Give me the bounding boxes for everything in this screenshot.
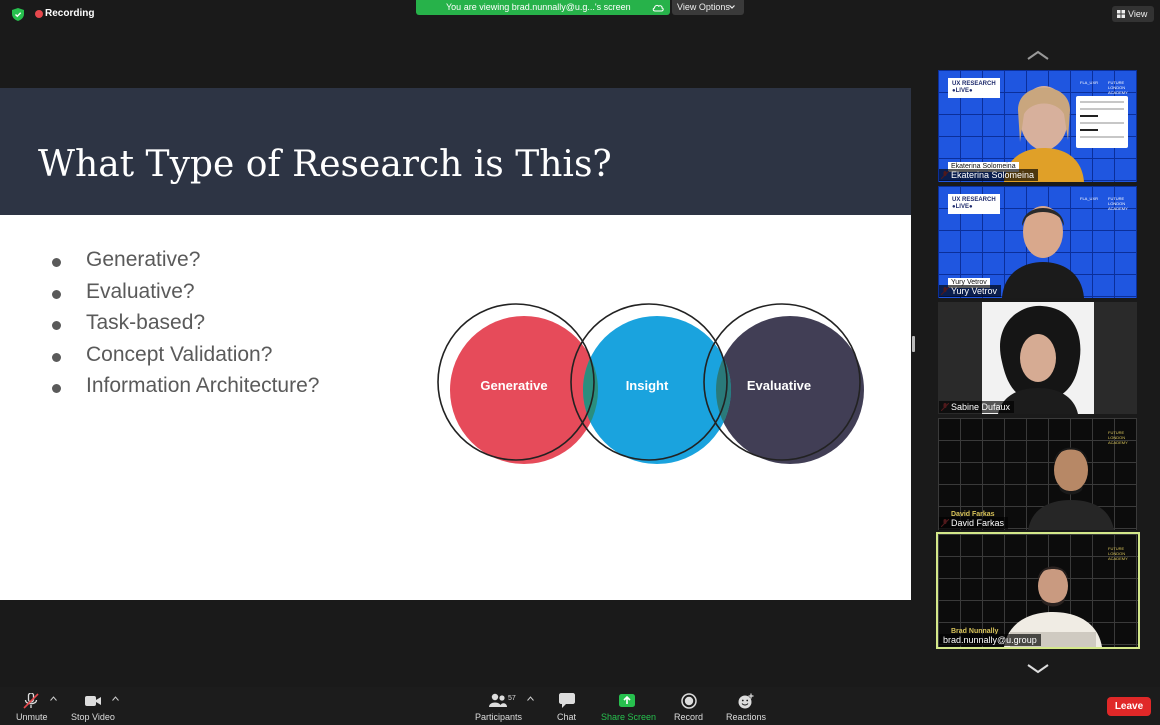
video-tile-sabine[interactable]: Sabine Dufaux xyxy=(938,302,1137,414)
participants-label: Participants xyxy=(475,712,523,722)
view-options-menu[interactable]: View Options xyxy=(672,0,744,15)
reactions-smiley-icon xyxy=(738,693,754,709)
video-tile-david[interactable]: FUTURE LONDON ACADEMY David Farkas David… xyxy=(938,418,1137,530)
cloud-icon[interactable] xyxy=(652,2,664,13)
meeting-toolbar: Unmute Stop Video Participants 57 Chat S… xyxy=(0,687,1160,725)
chat-label: Chat xyxy=(557,712,577,722)
bullet-text: Generative? xyxy=(86,248,201,271)
stop-video-button[interactable]: Stop Video xyxy=(66,687,122,725)
reactions-label: Reactions xyxy=(726,712,767,722)
share-screen-button[interactable]: Share Screen xyxy=(598,687,656,725)
chevron-down-icon[interactable] xyxy=(1026,664,1050,674)
record-label: Record xyxy=(674,712,704,722)
recording-indicator-icon xyxy=(35,10,43,18)
resize-handle[interactable] xyxy=(912,336,915,352)
leave-button[interactable]: Leave xyxy=(1107,697,1151,716)
participant-video xyxy=(1028,447,1114,530)
bullet-text: Task-based? xyxy=(86,311,206,334)
top-bar: Recording You are viewing brad.nunnally@… xyxy=(0,0,1160,28)
audio-options-caret-icon[interactable] xyxy=(50,696,57,701)
venn-label-evaluative: Evaluative xyxy=(747,378,811,393)
view-button[interactable]: View xyxy=(1112,6,1154,22)
bullet-text: Evaluative? xyxy=(86,279,195,303)
brand-logo: UX RESEARCH ●LIVE● xyxy=(948,194,1000,214)
participant-name: David Farkas xyxy=(939,517,1009,529)
academy-logo: FUTURE LONDON ACADEMY xyxy=(1108,80,1128,95)
participant-name: Sabine Dufaux xyxy=(939,401,1015,413)
recording-label: Recording xyxy=(45,8,95,19)
shared-slide: What Type of Research is This? Generativ… xyxy=(0,88,911,600)
bullet-text: Concept Validation? xyxy=(86,342,273,366)
microphone-muted-icon xyxy=(23,693,39,709)
participant-video xyxy=(1002,206,1084,298)
participants-button[interactable]: Participants xyxy=(472,687,526,725)
bullet-dot-icon xyxy=(52,384,61,393)
participant-name: Yury Vetrov xyxy=(939,285,1002,297)
chat-bubble-icon xyxy=(559,693,575,708)
academy-logo: FUTURE LONDON ACADEMY xyxy=(1108,196,1128,211)
venn-diagram: Generative Insight Evaluative xyxy=(437,303,864,464)
chevron-down-icon xyxy=(729,5,735,9)
security-shield-icon[interactable] xyxy=(12,8,24,21)
video-tile-ekaterina[interactable]: UX RESEARCH ●LIVE● FLA_UXR FUTURE LONDON … xyxy=(938,70,1137,182)
unmute-label: Unmute xyxy=(16,712,48,722)
video-camera-icon xyxy=(85,696,101,706)
share-banner-text: You are viewing brad.nunnally@u.g...'s s… xyxy=(446,2,631,12)
bullet-dot-icon xyxy=(52,352,61,362)
record-button[interactable]: Record xyxy=(672,687,706,725)
share-screen-icon xyxy=(619,694,635,707)
bullet-dot-icon xyxy=(52,289,61,299)
chevron-up-icon[interactable] xyxy=(1026,50,1050,60)
slide-header: What Type of Research is This? xyxy=(0,88,911,215)
view-button-label: View xyxy=(1128,9,1148,19)
venn-label-generative: Generative xyxy=(480,378,547,393)
participants-count-badge: 57 xyxy=(508,695,516,702)
stop-video-label: Stop Video xyxy=(71,712,115,722)
video-tile-brad-active-speaker[interactable]: FUTURE LONDON ACADEMY Brad Nunnally brad… xyxy=(936,532,1140,649)
view-options-label: View Options xyxy=(677,2,730,12)
venn-label-insight: Insight xyxy=(626,378,669,393)
reactions-button[interactable]: Reactions xyxy=(724,687,768,725)
brand-logo: UX RESEARCH ●LIVE● xyxy=(948,78,1000,98)
video-options-caret-icon[interactable] xyxy=(112,696,119,701)
participant-photo xyxy=(982,302,1094,414)
unmute-button[interactable]: Unmute xyxy=(10,687,54,725)
participant-name: Ekaterina Solomeina xyxy=(939,169,1039,181)
bullet-dot-icon xyxy=(52,321,61,330)
grid-view-icon xyxy=(1117,10,1125,18)
screen-share-banner: You are viewing brad.nunnally@u.g...'s s… xyxy=(416,0,670,15)
bullet-dot-icon xyxy=(52,258,61,267)
academy-logo: FUTURE LONDON ACADEMY xyxy=(1108,546,1128,561)
participants-icon xyxy=(489,693,507,707)
participants-options-caret-icon[interactable] xyxy=(527,696,534,701)
bullet-text: Information Architecture? xyxy=(86,374,320,397)
share-screen-label: Share Screen xyxy=(601,712,657,722)
record-icon xyxy=(681,693,697,709)
chat-button[interactable]: Chat xyxy=(552,687,582,725)
participant-name: brad.nunnally@u.group xyxy=(939,634,1041,646)
slide-title: What Type of Research is This? xyxy=(38,144,612,185)
video-tile-yury[interactable]: UX RESEARCH ●LIVE● FLA_UXR FUTURE LONDON … xyxy=(938,186,1137,298)
